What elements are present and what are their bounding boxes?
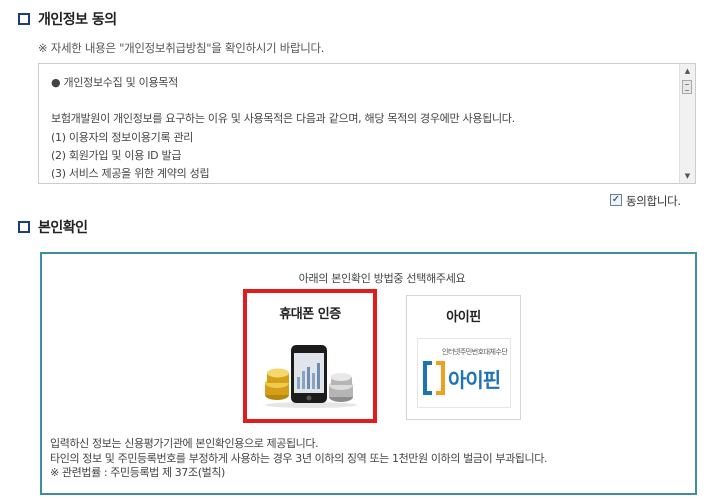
terms-textarea[interactable]: ● 개인정보수집 및 이용목적 보험개발원이 개인정보를 요구하는 이유 및 사…	[38, 63, 696, 184]
ipin-verification-label: 아이핀	[446, 310, 481, 325]
agree-checkbox[interactable]: ✓	[610, 194, 622, 206]
note-line: 입력하신 정보는 신용평가기관에 본인확인용으로 제공됩니다.	[50, 437, 319, 450]
terms-heading: ● 개인정보수집 및 이용목적	[51, 76, 178, 89]
terms-scrollbar[interactable]: ▲ ▼	[679, 64, 695, 183]
section-square-icon	[18, 13, 30, 25]
scroll-thumb[interactable]	[682, 80, 692, 94]
phone-verification-label: 휴대폰 인증	[279, 307, 341, 322]
note-line: ※ 관련법률 : 주민등록법 제 37조(벌칙)	[50, 466, 225, 479]
scroll-up-arrow-icon[interactable]: ▲	[680, 64, 695, 78]
terms-intro: 보험개발원이 개인정보를 요구하는 이유 및 사용목적은 다음과 같으며, 해당…	[51, 112, 515, 126]
ipin-logo-icon: 인터넷주민번호대체수단 아이핀	[417, 338, 511, 408]
identity-section-title: 본인확인	[38, 220, 88, 236]
ipin-logo-caption: 인터넷주민번호대체수단	[442, 348, 508, 356]
privacy-section-title: 개인정보 동의	[38, 12, 117, 28]
agree-label[interactable]: 동의합니다.	[626, 193, 681, 209]
method-select-prompt: 아래의 본인확인 방법중 선택해주세요	[298, 272, 466, 285]
section-square-icon	[18, 221, 30, 233]
privacy-policy-notice: ※ 자세한 내용은 "개인정보취급방침"을 확인하시기 바랍니다.	[38, 41, 325, 55]
terms-item: (3) 서비스 제공을 위한 계약의 성립	[51, 167, 210, 181]
terms-content: ● 개인정보수집 및 이용목적 보험개발원이 개인정보를 요구하는 이유 및 사…	[51, 74, 673, 183]
phone-verification-button[interactable]: 휴대폰 인증	[243, 289, 377, 423]
verification-notes: 입력하신 정보는 신용평가기관에 본인확인용으로 제공됩니다. 타인의 정보 및…	[50, 437, 547, 481]
note-line: 타인의 정보 및 주민등록번호를 부정하게 사용하는 경우 3년 이하의 징역 …	[50, 451, 548, 465]
phone-coins-icon	[265, 345, 357, 408]
terms-item: (2) 회원가입 및 이용 ID 발급	[51, 148, 182, 162]
scroll-down-arrow-icon[interactable]: ▼	[680, 169, 695, 183]
ipin-logo-text: 아이핀	[448, 368, 501, 392]
ipin-bracket-icon	[423, 361, 445, 395]
ipin-verification-button[interactable]: 아이핀 인터넷주민번호대체수단 아이핀	[406, 295, 521, 420]
terms-item: (1) 이용자의 정보이용기록 관리	[51, 130, 194, 144]
